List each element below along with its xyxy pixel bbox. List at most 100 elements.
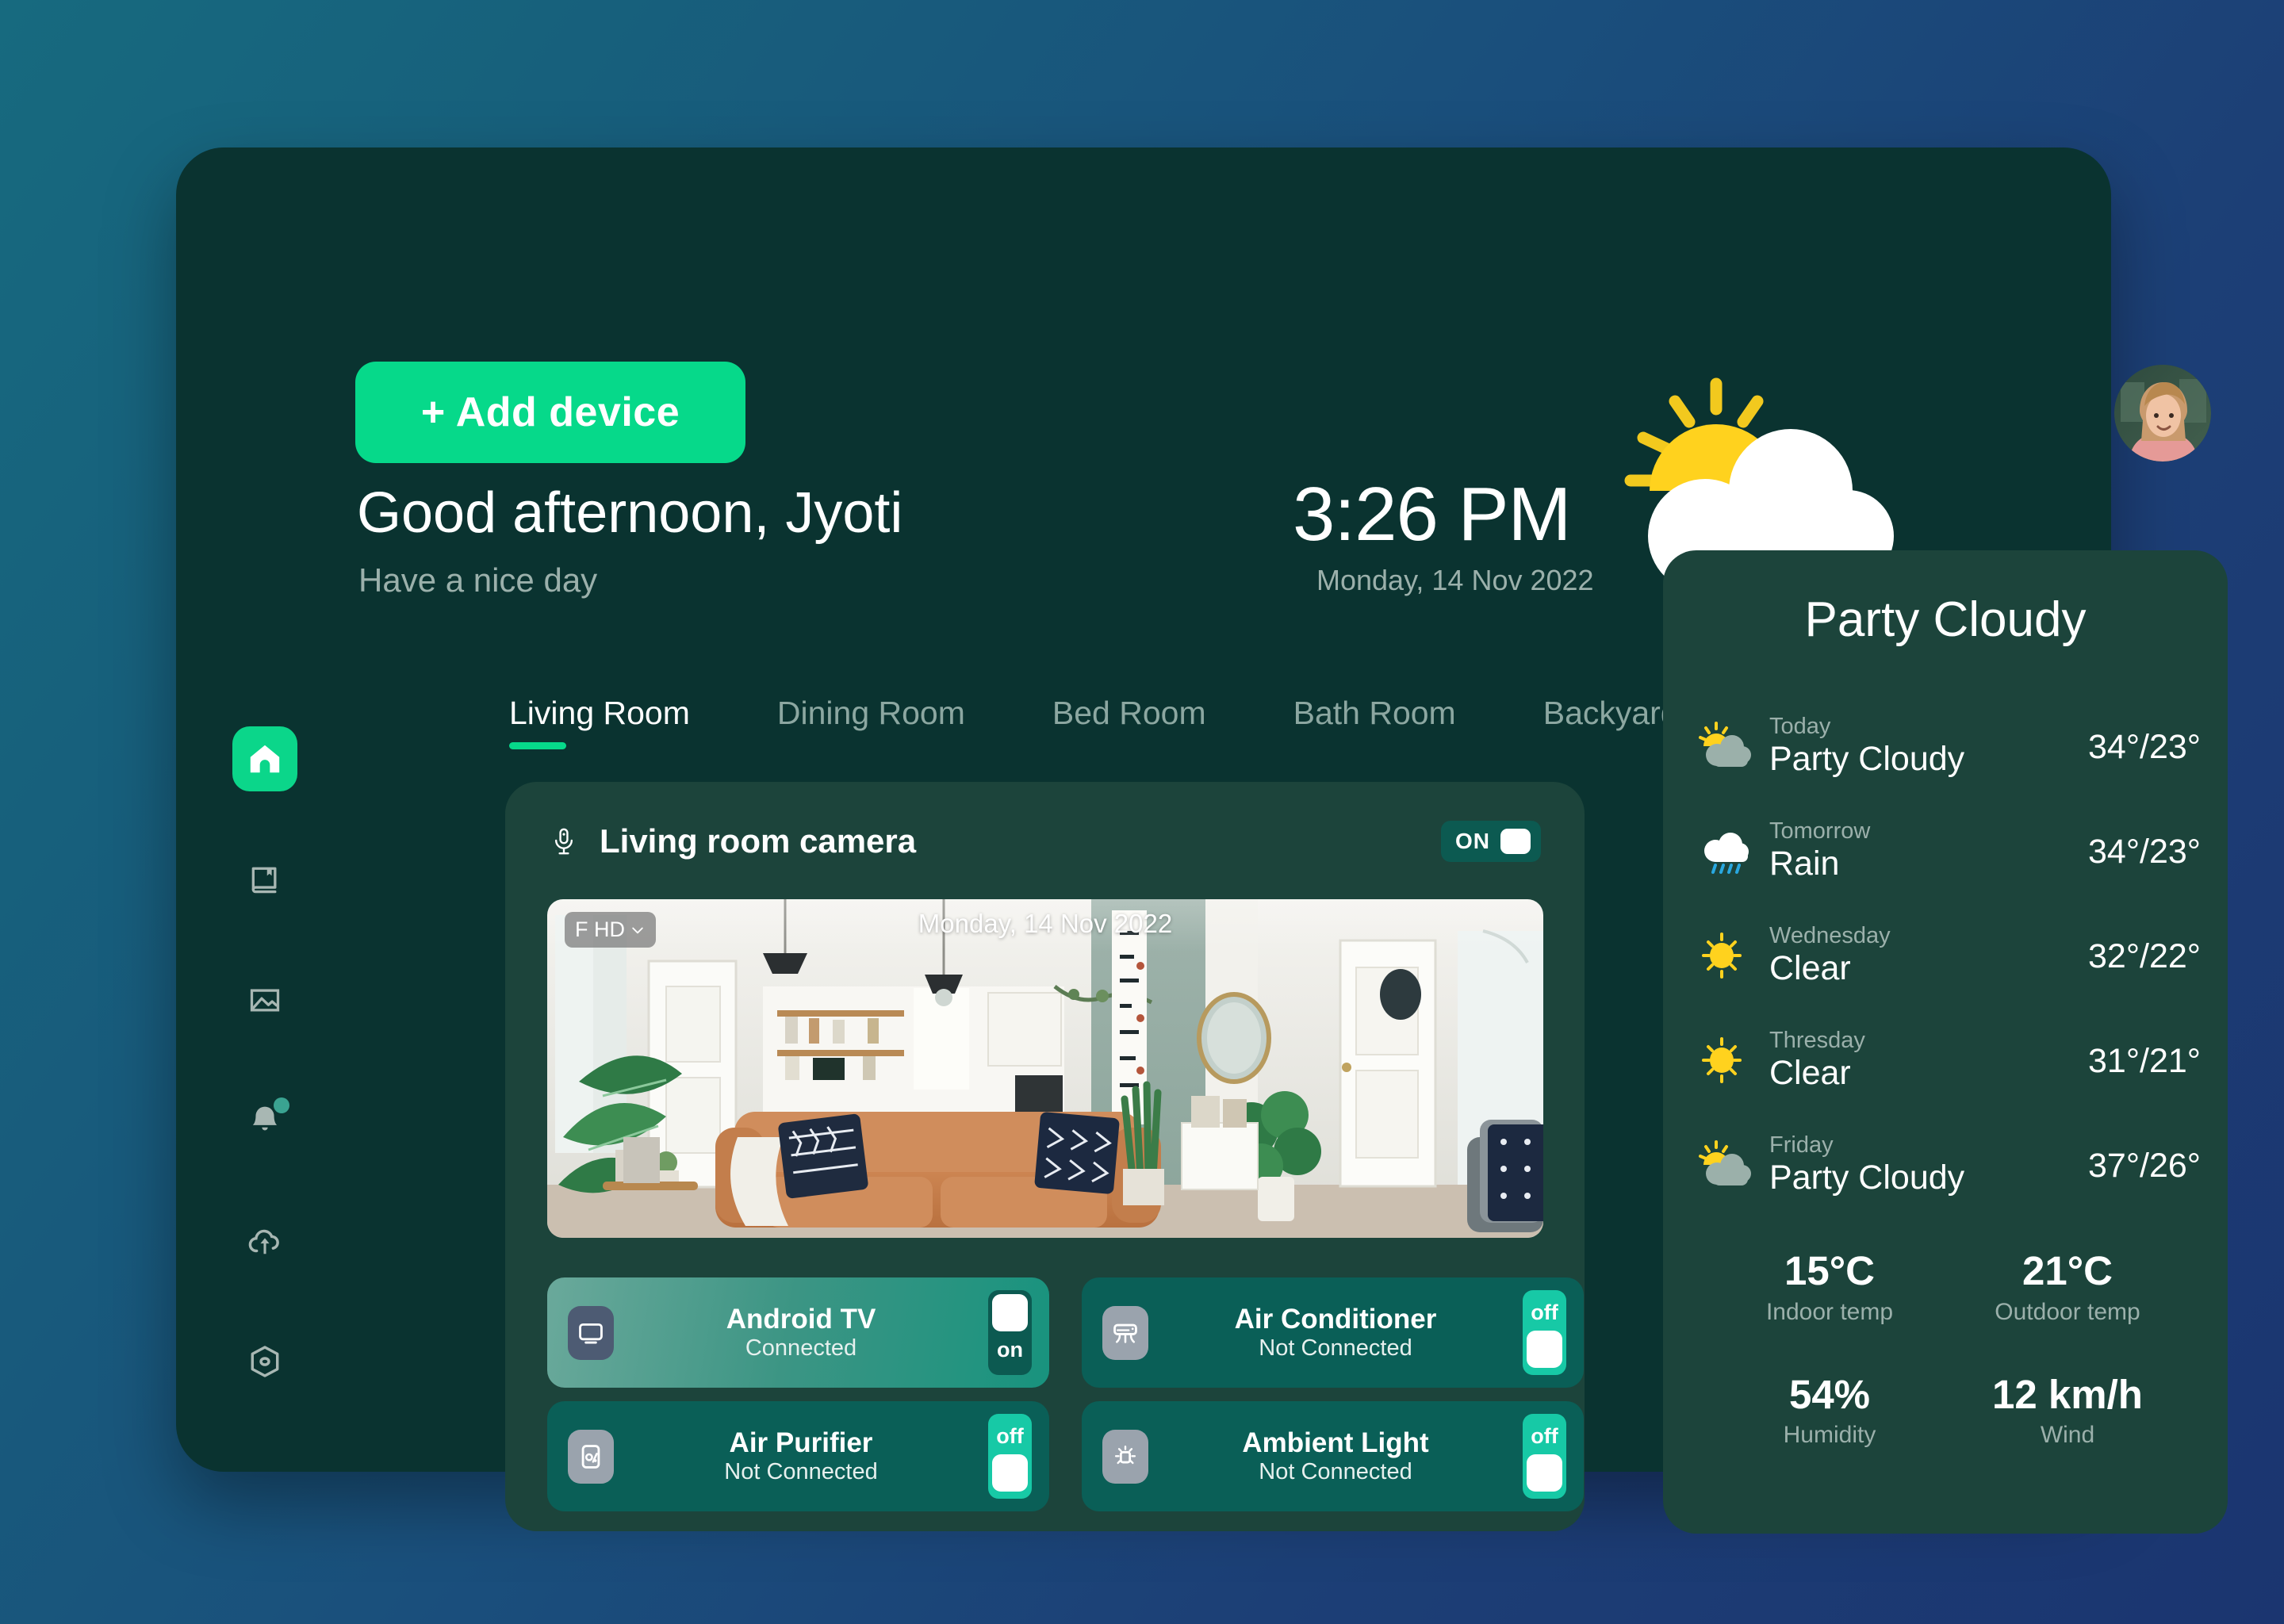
greeting-subtitle: Have a nice day xyxy=(358,561,598,599)
device-name: Air Purifier xyxy=(729,1427,873,1458)
device-status: Not Connected xyxy=(1259,1459,1412,1485)
forecast-row[interactable]: Tomorrow Rain 34°/23° xyxy=(1693,799,2201,904)
sidebar-item-library[interactable] xyxy=(232,847,297,912)
stat-value: 12 km/h xyxy=(1992,1371,2143,1417)
tab-bath-room[interactable]: Bath Room xyxy=(1250,695,1500,732)
camera-feed[interactable]: Monday, 14 Nov 2022 F HD xyxy=(547,899,1543,1238)
forecast-day: Tomorrow xyxy=(1769,818,1871,845)
stat-outdoor-temp: 21°C Outdoor temp xyxy=(1949,1248,2186,1326)
device-status: Connected xyxy=(745,1335,857,1362)
stat-humidity: 54% Humidity xyxy=(1711,1372,1949,1450)
video-quality-selector[interactable]: F HD xyxy=(565,912,656,948)
device-toggle[interactable]: on xyxy=(988,1290,1032,1375)
stat-wind: 12 km/h Wind xyxy=(1949,1372,2186,1450)
device-info: Air Conditioner Not Connected xyxy=(1148,1304,1523,1362)
camera-panel: Living room camera ON Monday, 14 Nov 202… xyxy=(505,782,1585,1531)
forecast-condition: Clear xyxy=(1769,1054,1851,1092)
device-toggle[interactable]: off xyxy=(988,1414,1032,1499)
video-quality-label: F HD xyxy=(575,917,625,941)
page-title: Good afternoon, Jyoti xyxy=(357,481,903,545)
sun-behind-cloud-icon xyxy=(1693,721,1760,773)
forecast-row[interactable]: Friday Party Cloudy 37°/26° xyxy=(1693,1113,2201,1218)
tab-dining-room[interactable]: Dining Room xyxy=(734,695,1009,732)
sidebar-item-home[interactable] xyxy=(232,726,297,791)
forecast-temp: 32°/22° xyxy=(2088,936,2201,975)
sidebar-item-settings[interactable] xyxy=(232,1329,297,1394)
toggle-label: off xyxy=(1531,1300,1558,1324)
device-card-air-purifier[interactable]: Air Purifier Not Connected off xyxy=(547,1401,1049,1511)
tv-icon xyxy=(568,1305,614,1360)
stat-value: 21°C xyxy=(2022,1248,2113,1293)
camera-power-knob xyxy=(1500,829,1531,854)
stat-label: Humidity xyxy=(1783,1422,1876,1449)
forecast-temp: 34°/23° xyxy=(2088,832,2201,871)
camera-title: Living room camera xyxy=(600,822,917,860)
ambient-light-icon xyxy=(1102,1429,1148,1484)
stat-indoor-temp: 15°C Indoor temp xyxy=(1711,1248,1949,1326)
toggle-knob xyxy=(1527,1454,1562,1492)
toggle-knob xyxy=(1527,1331,1562,1368)
stat-value: 15°C xyxy=(1784,1248,1875,1293)
forecast-day: Today xyxy=(1769,714,1831,740)
sidebar xyxy=(221,726,308,1394)
device-name: Android TV xyxy=(726,1303,876,1335)
sidebar-item-gallery[interactable] xyxy=(232,967,297,1032)
sidebar-item-cloud-upload[interactable] xyxy=(232,1208,297,1274)
forecast-row[interactable]: Wednesday Clear 32°/22° xyxy=(1693,904,2201,1009)
tab-living-room[interactable]: Living Room xyxy=(509,695,734,749)
air-conditioner-icon xyxy=(1102,1305,1148,1360)
weather-panel: Party Cloudy Today Party Cloudy 34°/23° … xyxy=(1663,550,2228,1534)
forecast-day: Thresday xyxy=(1769,1028,1865,1054)
toggle-label: on xyxy=(997,1338,1023,1362)
forecast-condition: Party Cloudy xyxy=(1769,1159,1965,1197)
device-status: Not Connected xyxy=(1259,1335,1412,1362)
sun-icon xyxy=(1693,1035,1760,1087)
device-name: Air Conditioner xyxy=(1234,1303,1437,1335)
toggle-knob xyxy=(992,1454,1028,1492)
weather-headline: Party Cloudy xyxy=(1804,592,2087,647)
clock-date: Monday, 14 Nov 2022 xyxy=(1316,564,1594,596)
forecast-condition: Party Cloudy xyxy=(1769,740,1965,778)
forecast-day: Friday xyxy=(1769,1132,1834,1159)
add-device-button[interactable]: + Add device xyxy=(355,362,745,463)
device-info: Air Purifier Not Connected xyxy=(614,1427,988,1486)
device-toggle[interactable]: off xyxy=(1523,1290,1566,1375)
forecast-info: Friday Party Cloudy xyxy=(1760,1132,2050,1198)
stat-label: Outdoor temp xyxy=(1995,1298,2140,1325)
forecast-info: Wednesday Clear xyxy=(1760,923,2050,989)
toggle-label: off xyxy=(1531,1424,1558,1448)
chevron-down-icon xyxy=(630,922,646,938)
sun-icon xyxy=(1693,930,1760,982)
device-info: Ambient Light Not Connected xyxy=(1148,1427,1523,1486)
toggle-knob xyxy=(992,1294,1028,1331)
device-info: Android TV Connected xyxy=(614,1304,988,1362)
device-card-ambient-light[interactable]: Ambient Light Not Connected off xyxy=(1082,1401,1584,1511)
forecast-info: Thresday Clear xyxy=(1760,1028,2050,1094)
forecast-row[interactable]: Thresday Clear 31°/21° xyxy=(1693,1009,2201,1113)
forecast-row[interactable]: Today Party Cloudy 34°/23° xyxy=(1693,695,2201,799)
device-toggle[interactable]: off xyxy=(1523,1414,1566,1499)
sidebar-item-notifications[interactable] xyxy=(232,1088,297,1153)
stat-label: Wind xyxy=(2040,1422,2095,1449)
room-tabs: Living Room Dining Room Bed Room Bath Ro… xyxy=(509,695,1723,749)
device-status: Not Connected xyxy=(724,1459,878,1485)
forecast-list: Today Party Cloudy 34°/23° Tomorrow Rain… xyxy=(1693,695,2201,1218)
tab-bed-room[interactable]: Bed Room xyxy=(1009,695,1250,732)
sun-behind-cloud-icon xyxy=(1693,1139,1760,1192)
forecast-temp: 34°/23° xyxy=(2088,727,2201,766)
toggle-label: off xyxy=(996,1424,1024,1448)
clock-time: 3:26 PM xyxy=(1293,472,1572,557)
air-purifier-icon xyxy=(568,1429,614,1484)
camera-power-toggle[interactable]: ON xyxy=(1441,821,1541,862)
forecast-temp: 31°/21° xyxy=(2088,1041,2201,1080)
forecast-condition: Clear xyxy=(1769,949,1851,987)
camera-header: Living room camera ON xyxy=(505,782,1585,901)
forecast-temp: 37°/26° xyxy=(2088,1146,2201,1185)
device-card-android-tv[interactable]: Android TV Connected on xyxy=(547,1277,1049,1388)
avatar[interactable] xyxy=(2114,365,2211,462)
microphone-icon xyxy=(549,826,579,856)
device-card-air-conditioner[interactable]: Air Conditioner Not Connected off xyxy=(1082,1277,1584,1388)
camera-power-label: ON xyxy=(1455,829,1490,853)
device-name: Ambient Light xyxy=(1242,1427,1429,1458)
forecast-info: Tomorrow Rain xyxy=(1760,818,2050,884)
